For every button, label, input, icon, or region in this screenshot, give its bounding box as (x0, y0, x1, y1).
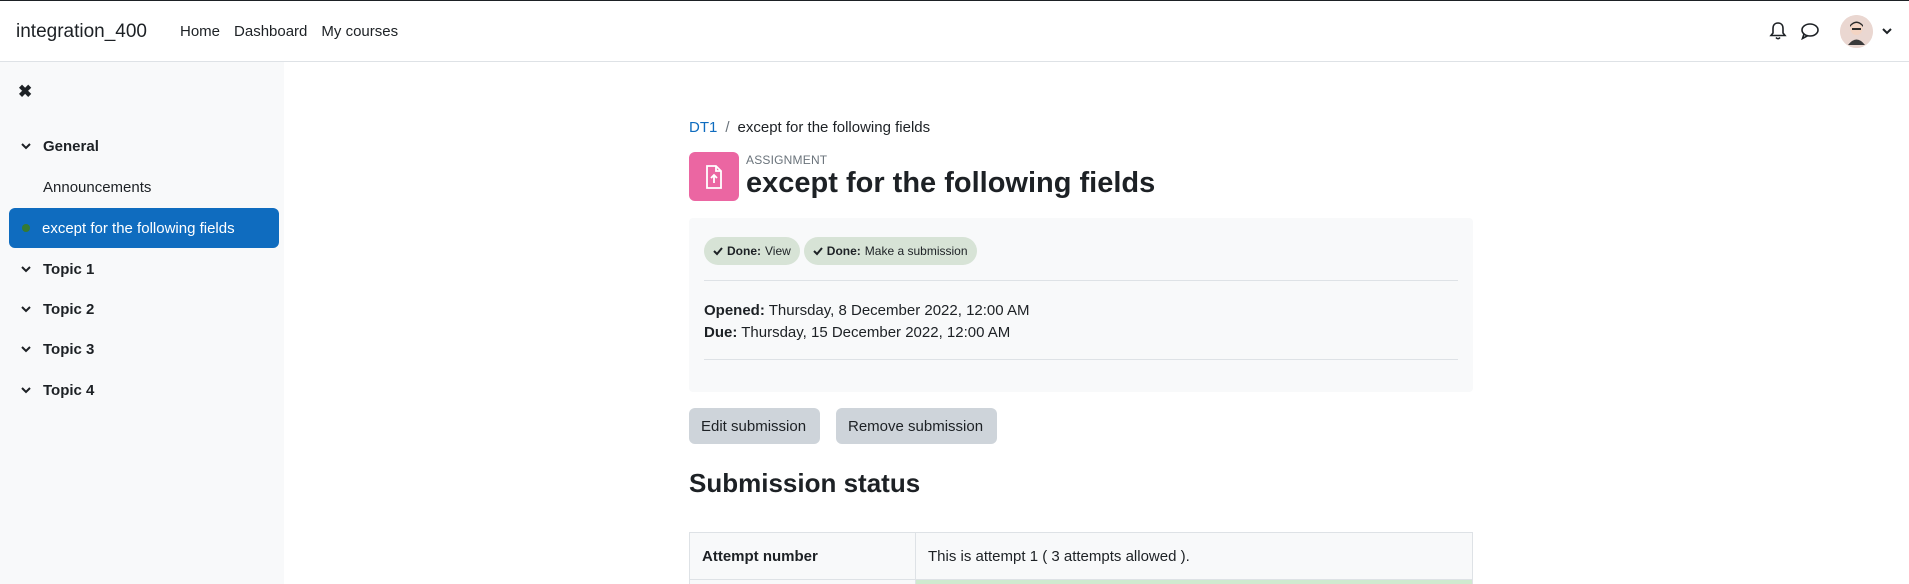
nav-dashboard[interactable]: Dashboard (234, 23, 307, 40)
section-label: Topic 1 (43, 260, 95, 278)
activity-type-label: ASSIGNMENT (746, 153, 828, 167)
user-avatar[interactable] (1840, 15, 1873, 48)
section-label: General (43, 137, 99, 155)
chevron-down-icon[interactable] (9, 343, 43, 355)
activity-information: Done: View Done: Make a submission Opene… (689, 218, 1473, 392)
nav-home[interactable]: Home (180, 23, 220, 40)
site-name[interactable]: integration_400 (16, 21, 147, 43)
attempt-number-label: Attempt number (689, 532, 916, 580)
due-date: Due: Thursday, 15 December 2022, 12:00 A… (704, 324, 1011, 341)
chevron-down-icon[interactable] (9, 303, 43, 315)
completion-badge-view: Done: View (704, 237, 800, 265)
check-icon (813, 247, 823, 256)
chevron-down-icon[interactable] (1881, 25, 1893, 37)
section-label: Topic 3 (43, 340, 95, 358)
close-drawer-icon[interactable]: ✖ (18, 82, 32, 102)
table-row: Attempt number This is attempt 1 ( 3 att… (689, 532, 1473, 580)
course-section-topic-4[interactable]: Topic 4 (9, 370, 279, 410)
course-section-general[interactable]: General (9, 126, 279, 166)
course-section-topic-3[interactable]: Topic 3 (9, 329, 279, 369)
messages-icon[interactable] (1800, 22, 1820, 40)
assignment-upload-icon (689, 152, 739, 201)
notification-bell-icon[interactable] (1769, 21, 1787, 41)
table-row (689, 579, 1473, 584)
course-section-topic-1[interactable]: Topic 1 (9, 249, 279, 289)
section-label: Topic 2 (43, 300, 95, 318)
opened-date: Opened: Thursday, 8 December 2022, 12:00… (704, 302, 1030, 319)
activity-dates: Opened: Thursday, 8 December 2022, 12:00… (704, 300, 1029, 344)
activity-label: Announcements (43, 178, 152, 196)
top-navbar: integration_400 Home Dashboard My course… (0, 0, 1909, 62)
completion-badge-submission: Done: Make a submission (803, 237, 977, 265)
primary-navigation: Home Dashboard My courses (180, 23, 398, 40)
check-icon (713, 247, 723, 256)
remove-submission-button[interactable]: Remove submission (836, 408, 997, 444)
breadcrumb-course-link[interactable]: DT1 (689, 119, 717, 136)
chevron-down-icon[interactable] (9, 263, 43, 275)
submission-status-heading: Submission status (689, 468, 921, 498)
section-label: Topic 4 (43, 381, 95, 399)
page-title: except for the following fields (746, 167, 1156, 199)
attempt-number-value: This is attempt 1 ( 3 attempts allowed )… (915, 532, 1473, 580)
completion-dot-icon (22, 224, 30, 232)
course-item-announcements[interactable]: Announcements (9, 167, 279, 207)
breadcrumb: DT1 / except for the following fields (689, 119, 930, 136)
divider (704, 280, 1458, 281)
completion-badges: Done: View Done: Make a submission (704, 237, 977, 265)
breadcrumb-separator: / (725, 119, 730, 136)
submission-status-table: Attempt number This is attempt 1 ( 3 att… (689, 532, 1473, 584)
edit-submission-button[interactable]: Edit submission (689, 408, 820, 444)
nav-my-courses[interactable]: My courses (321, 23, 398, 40)
chevron-down-icon[interactable] (9, 140, 43, 152)
course-section-topic-2[interactable]: Topic 2 (9, 289, 279, 329)
course-item-current-assignment[interactable]: except for the following fields (9, 208, 279, 248)
activity-label: except for the following fields (42, 219, 235, 237)
chevron-down-icon[interactable] (9, 384, 43, 396)
divider (704, 359, 1458, 360)
breadcrumb-current: except for the following fields (737, 119, 931, 136)
